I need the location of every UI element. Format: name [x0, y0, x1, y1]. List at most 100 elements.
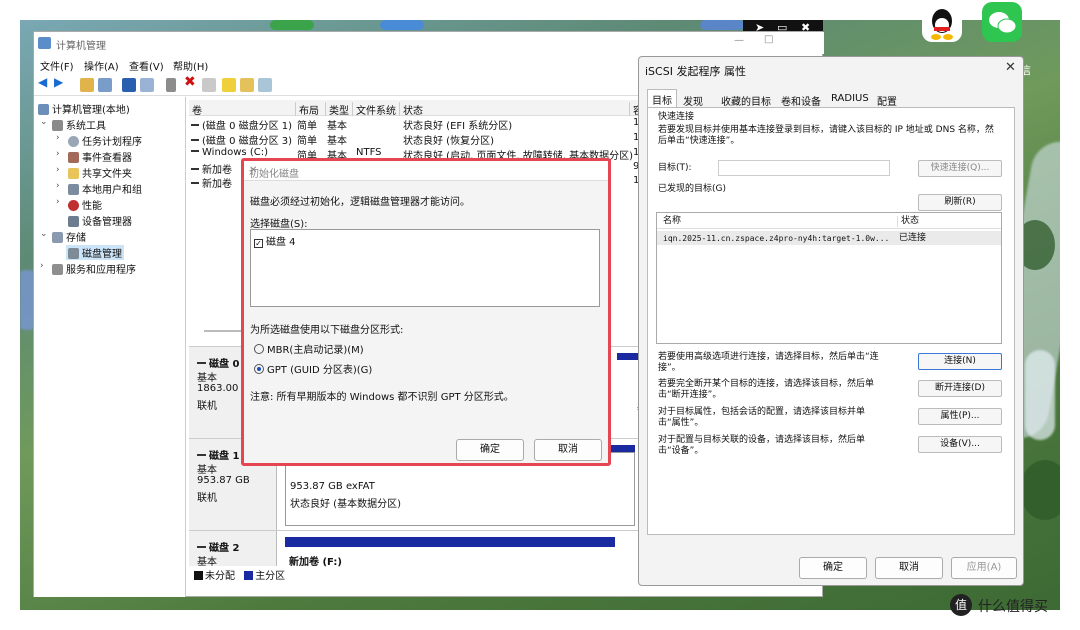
tree-item-root[interactable]: 计算机管理(本地): [38, 101, 130, 116]
target-row[interactable]: iqn.2025-11.cn.zspace.z4pro-ny4h:target-…: [657, 231, 1001, 245]
mbr-option[interactable]: MBR(主启动记录)(M): [254, 341, 364, 356]
dialog-title: iSCSI 发起程序 属性: [645, 65, 746, 78]
disk-2-row[interactable]: 磁盘 2 基本 新加卷 (F:): [189, 530, 659, 568]
gpt-option[interactable]: GPT (GUID 分区表)(G): [254, 361, 372, 376]
partition-bar: [285, 537, 615, 547]
radio-selected-icon[interactable]: [254, 364, 264, 374]
tree-item-storage[interactable]: 存储: [52, 229, 86, 244]
properties-button[interactable]: 属性(P)...: [918, 408, 1002, 425]
users-icon: [68, 184, 79, 195]
target-name: iqn.2025-11.cn.zspace.z4pro-ny4h:target-…: [663, 234, 890, 243]
close-icon[interactable]: ✕: [249, 165, 257, 176]
checklist-icon[interactable]: [202, 78, 216, 92]
menu-help[interactable]: 帮助(H): [173, 58, 208, 73]
taskbar-app-icon[interactable]: [700, 20, 744, 30]
back-arrow-icon[interactable]: ◀: [38, 75, 52, 89]
properties-icon[interactable]: [140, 78, 154, 92]
apply-button[interactable]: 应用(A): [951, 557, 1017, 579]
delete-icon[interactable]: ✖: [184, 74, 198, 90]
volume-row[interactable]: (磁盘 0 磁盘分区 1) 简单 基本 状态良好 (EFI 系统分区) 1: [189, 117, 659, 132]
expand-chevron-icon[interactable]: ›: [56, 149, 60, 159]
checkbox-checked-icon[interactable]: ✓: [254, 239, 263, 248]
expand-chevron-icon[interactable]: ›: [40, 261, 44, 271]
maximize-icon[interactable]: □: [764, 34, 773, 45]
disk-list-item[interactable]: ✓ 磁盘 4: [254, 233, 296, 248]
minimize-icon[interactable]: —: [734, 35, 744, 46]
expand-chevron-icon[interactable]: ⌄: [40, 117, 48, 127]
quick-connect-button[interactable]: 快速连接(Q)...: [918, 160, 1002, 177]
taskbar-app-icon[interactable]: [270, 20, 314, 30]
connect-icon[interactable]: [166, 78, 176, 92]
quick-connect-description: 若要发现目标并使用基本连接登录到目标，请键入该目标的 IP 地址或 DNS 名称…: [658, 125, 994, 146]
forward-arrow-icon[interactable]: ▶: [54, 75, 68, 89]
radio-icon[interactable]: [254, 344, 264, 354]
menu-view[interactable]: 查看(V): [129, 58, 164, 73]
services-icon: [52, 264, 63, 275]
watermark-text: 什么值得买: [978, 599, 1048, 615]
target-list[interactable]: 名称 状态 iqn.2025-11.cn.zspace.z4pro-ny4h:t…: [656, 212, 1002, 344]
expand-chevron-icon[interactable]: ›: [56, 165, 60, 175]
expand-chevron-icon[interactable]: ›: [56, 197, 60, 207]
column-name[interactable]: 名称: [663, 216, 681, 227]
volume-row[interactable]: (磁盘 0 磁盘分区 3) 简单 基本 状态良好 (恢复分区) 1: [189, 132, 659, 147]
refresh-button[interactable]: 刷新(R): [918, 194, 1002, 211]
title-bar: 计算机管理 — □: [34, 32, 824, 54]
search-icon[interactable]: [240, 78, 254, 92]
ok-button[interactable]: 确定: [799, 557, 867, 579]
shared-folder-icon: [68, 168, 79, 179]
connect-button[interactable]: 连接(N): [918, 353, 1002, 370]
properties-description: 对于目标属性，包括会话的配置，请选择该目标并单击“属性”。: [658, 407, 866, 428]
target-list-header: 名称 状态: [657, 213, 1001, 229]
tree-item-disk-management[interactable]: 磁盘管理: [66, 245, 124, 260]
select-disk-label: 选择磁盘(S):: [250, 219, 308, 230]
expand-chevron-icon[interactable]: ⌄: [40, 229, 48, 239]
tab-targets[interactable]: 目标: [647, 89, 677, 107]
key-icon[interactable]: [222, 78, 236, 92]
disk-list[interactable]: ✓ 磁盘 4: [250, 229, 600, 307]
tree-item-local-users[interactable]: 本地用户和组: [68, 181, 142, 196]
tab-radius[interactable]: RADIUS: [827, 91, 873, 107]
tab-favorite-targets[interactable]: 收藏的目标: [717, 91, 775, 108]
computer-management-icon: [38, 37, 51, 49]
cancel-button[interactable]: 取消: [875, 557, 943, 579]
column-status[interactable]: 状态: [897, 216, 919, 227]
window-title: 计算机管理: [56, 41, 106, 52]
unallocated-swatch: [194, 571, 203, 580]
menu-file[interactable]: 文件(F): [40, 58, 74, 73]
view-icon[interactable]: [258, 78, 272, 92]
column-layout[interactable]: 布局: [295, 102, 319, 117]
expand-chevron-icon[interactable]: ›: [56, 133, 60, 143]
tab-volumes-devices[interactable]: 卷和设备: [777, 91, 825, 108]
tree-item-system-tools[interactable]: 系统工具: [52, 117, 106, 132]
tree-item-performance[interactable]: 性能: [68, 197, 102, 212]
tab-configuration[interactable]: 配置: [873, 91, 901, 108]
help-icon[interactable]: [122, 78, 136, 92]
partition-status: 状态良好 (基本数据分区): [290, 499, 401, 510]
tree-item-task-scheduler[interactable]: 任务计划程序: [68, 133, 142, 148]
show-tree-icon[interactable]: [98, 78, 112, 92]
column-volume[interactable]: 卷: [189, 102, 202, 117]
horizontal-scrollbar[interactable]: [204, 330, 244, 332]
legend: 未分配 主分区: [194, 567, 285, 582]
expand-chevron-icon[interactable]: ›: [56, 181, 60, 191]
wechat-icon[interactable]: [982, 2, 1022, 42]
column-status[interactable]: 状态: [399, 102, 423, 117]
close-icon[interactable]: ✕: [1005, 60, 1016, 75]
tree-item-services[interactable]: 服务和应用程序: [52, 261, 136, 276]
tab-discovery[interactable]: 发现: [679, 91, 707, 108]
disconnect-button[interactable]: 断开连接(D): [918, 380, 1002, 397]
ok-button[interactable]: 确定: [456, 439, 524, 461]
column-filesystem[interactable]: 文件系统: [352, 102, 396, 117]
tree-item-event-viewer[interactable]: 事件查看器: [68, 149, 132, 164]
menu-action[interactable]: 操作(A): [84, 58, 119, 73]
up-folder-icon[interactable]: [80, 78, 94, 92]
tree-item-device-manager[interactable]: 设备管理器: [68, 213, 132, 228]
column-type[interactable]: 类型: [325, 102, 349, 117]
tree-item-shared-folders[interactable]: 共享文件夹: [68, 165, 132, 180]
quick-connect-heading: 快速连接: [658, 112, 695, 122]
cancel-button[interactable]: 取消: [534, 439, 602, 461]
target-input[interactable]: [718, 160, 890, 176]
taskbar-app-icon[interactable]: [380, 20, 424, 30]
qq-icon[interactable]: [922, 2, 962, 42]
devices-button[interactable]: 设备(V)...: [918, 436, 1002, 453]
